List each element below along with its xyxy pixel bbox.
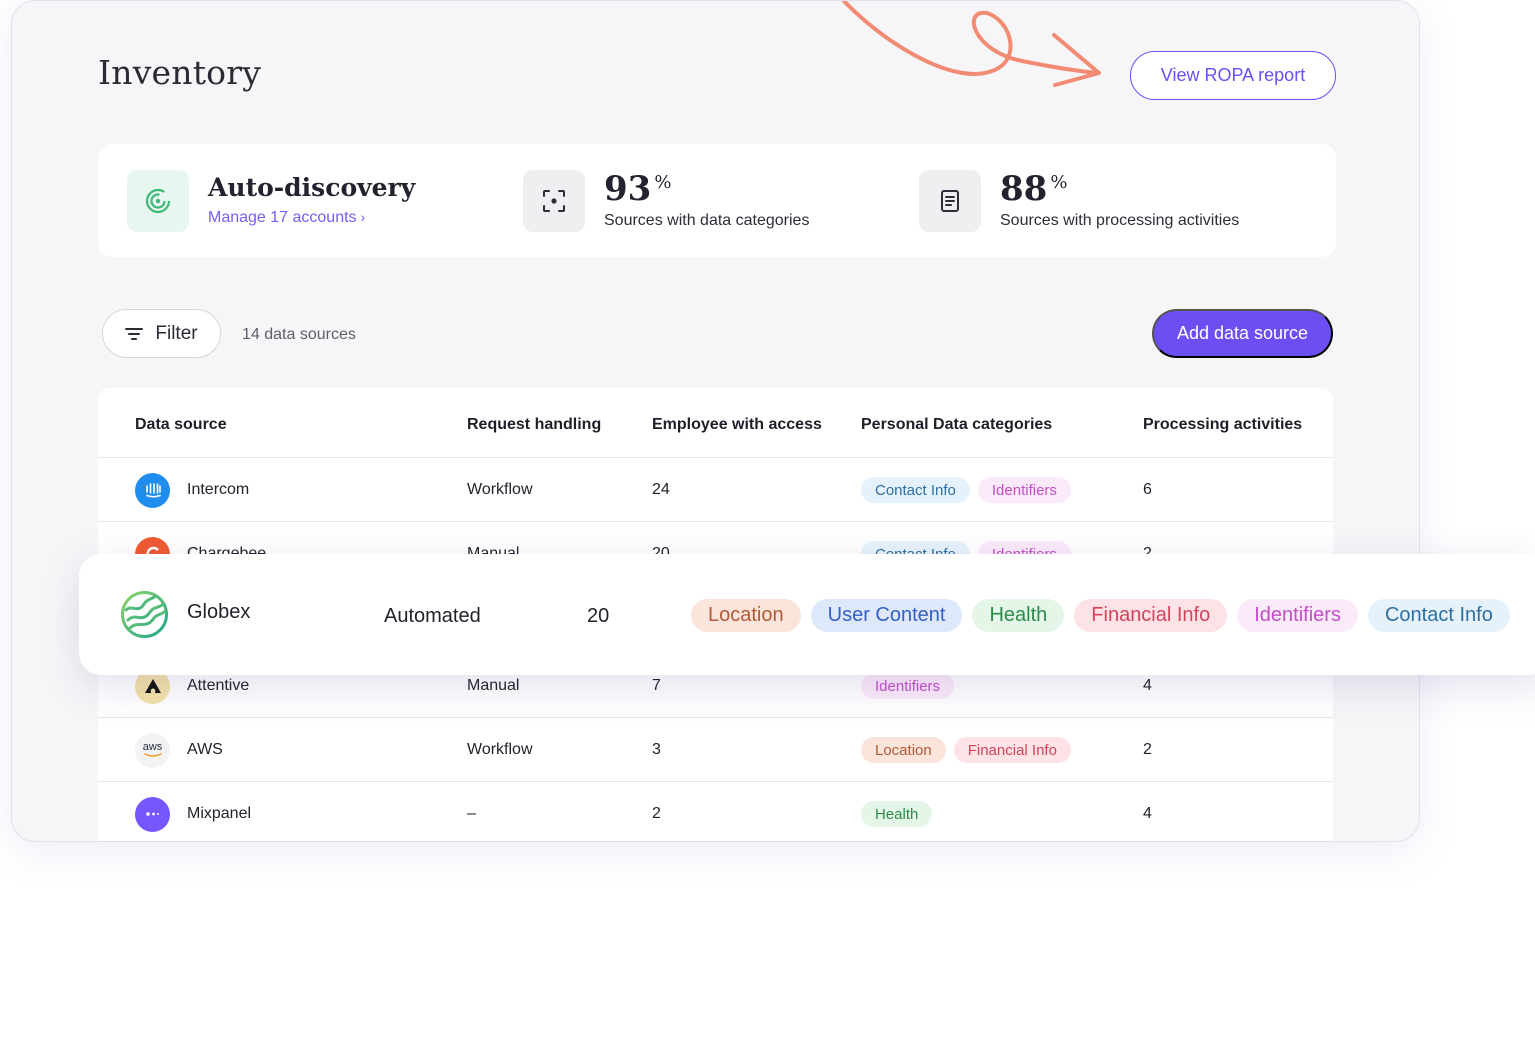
- employee-count: 2: [652, 805, 661, 822]
- tag-location: Location: [691, 599, 801, 632]
- column-header-request-handling[interactable]: Request handling: [467, 416, 601, 434]
- column-header-data-source[interactable]: Data source: [135, 416, 227, 434]
- percent-sign: %: [654, 172, 672, 193]
- tag-user-content: User Content: [810, 599, 963, 632]
- inventory-panel: Inventory View ROPA report Auto-discover…: [11, 0, 1420, 842]
- intercom-logo: [135, 472, 170, 508]
- filter-lines-icon: [125, 327, 144, 340]
- table-row[interactable]: Mixpanel – 2 Health 4: [98, 781, 1333, 841]
- add-data-source-button[interactable]: Add data source: [1152, 309, 1333, 358]
- stat-data-categories: 93% Sources with data categories: [523, 170, 809, 232]
- data-categories: Location User Content Health Financial I…: [691, 599, 1520, 632]
- tag-identifiers: Identifiers: [861, 673, 955, 699]
- tag-identifiers: Identifiers: [1237, 599, 1358, 632]
- table-row[interactable]: aws AWS Workflow 3 Location Financial In…: [98, 717, 1333, 781]
- view-ropa-report-button[interactable]: View ROPA report: [1130, 51, 1336, 100]
- radar-icon: [127, 170, 189, 232]
- column-header-personal-data[interactable]: Personal Data categories: [861, 416, 1052, 434]
- data-source-count: 14 data sources: [242, 326, 356, 343]
- employee-count: 24: [652, 481, 670, 498]
- stat-autodiscovery: Auto-discovery Manage 17 accounts ›: [127, 170, 415, 232]
- processing-count: 6: [1143, 481, 1152, 498]
- page-title: Inventory: [98, 53, 262, 92]
- stats-card: Auto-discovery Manage 17 accounts › 93% S…: [98, 144, 1336, 257]
- globex-logo: [120, 590, 169, 639]
- document-icon: [919, 170, 981, 232]
- request-handling: Workflow: [467, 741, 533, 758]
- data-categories-value: 93: [604, 169, 652, 209]
- highlighted-row-globex[interactable]: Globex Automated 20 Location User Conten…: [79, 554, 1535, 675]
- employee-count: 3: [652, 741, 661, 758]
- data-categories: Location Financial Info: [861, 718, 1079, 782]
- stat-processing: 88% Sources with processing activities: [919, 170, 1239, 232]
- tag-financial-info: Financial Info: [953, 737, 1071, 763]
- tag-health: Health: [972, 599, 1065, 632]
- filter-label: Filter: [155, 322, 198, 344]
- aws-logo: aws: [135, 732, 170, 768]
- column-header-employee-access[interactable]: Employee with access: [652, 416, 822, 434]
- source-name: Mixpanel: [187, 805, 252, 822]
- processing-label: Sources with processing activities: [1000, 212, 1240, 229]
- request-handling: Workflow: [467, 481, 533, 498]
- data-categories: Health: [861, 782, 940, 841]
- chevron-right-icon: ›: [360, 209, 366, 226]
- employee-count: 20: [587, 605, 610, 627]
- tag-contact-info: Contact Info: [1367, 599, 1510, 632]
- decorative-arrow: [842, 1, 1101, 87]
- request-handling: –: [467, 805, 476, 822]
- mixpanel-logo: [135, 796, 170, 832]
- tag-health: Health: [861, 801, 933, 827]
- filter-button[interactable]: Filter: [102, 309, 221, 358]
- data-categories-label: Sources with data categories: [604, 212, 810, 229]
- source-name: Attentive: [187, 677, 250, 694]
- source-name: Intercom: [187, 481, 250, 498]
- source-name: AWS: [187, 741, 223, 758]
- tag-location: Location: [861, 737, 946, 763]
- autodiscovery-title: Auto-discovery: [208, 172, 416, 202]
- processing-value: 88: [1000, 169, 1048, 209]
- processing-count: 2: [1143, 741, 1152, 758]
- manage-accounts-link[interactable]: Manage 17 accounts ›: [208, 209, 365, 227]
- data-categories: Contact Info Identifiers: [861, 458, 1079, 522]
- source-name: Globex: [187, 601, 251, 623]
- tag-contact-info: Contact Info: [861, 477, 970, 503]
- table-row[interactable]: Intercom Workflow 24 Contact Info Identi…: [98, 457, 1333, 521]
- column-header-processing-activities[interactable]: Processing activities: [1143, 416, 1302, 434]
- percent-sign: %: [1050, 172, 1068, 193]
- processing-count: 4: [1143, 805, 1152, 822]
- focus-scan-icon: [523, 170, 585, 232]
- tag-identifiers: Identifiers: [977, 477, 1071, 503]
- request-handling: Automated: [384, 605, 481, 627]
- tag-financial-info: Financial Info: [1074, 599, 1228, 632]
